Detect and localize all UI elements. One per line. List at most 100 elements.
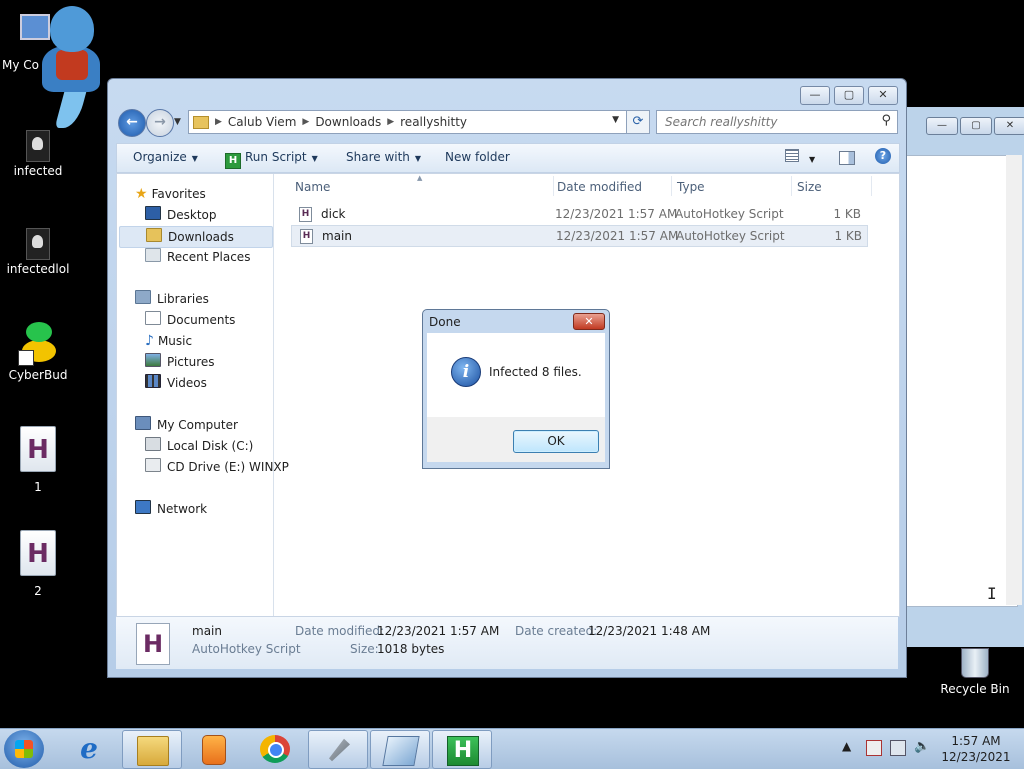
share-with-button[interactable]: Share with ▼ [346, 150, 421, 164]
desktop-icon-2[interactable]: H 2 [0, 530, 76, 598]
action-center-warning-icon[interactable] [866, 740, 882, 756]
info-icon: i [451, 357, 481, 387]
nav-recent-places[interactable]: Recent Places [145, 247, 250, 267]
column-divider[interactable] [791, 176, 792, 196]
file-date-modified: 12/23/2021 1:57 AM [556, 229, 679, 243]
navigation-bar: ← → ▼ ▶ Calub Viem ▶ Downloads ▶ reallys… [116, 109, 898, 137]
column-divider[interactable] [553, 176, 554, 196]
ok-button[interactable]: OK [513, 430, 599, 453]
details-name: main [192, 624, 222, 638]
network-icon [135, 500, 151, 514]
maximize-button[interactable]: ▢ [834, 86, 864, 105]
minimize-icon[interactable]: — [926, 117, 958, 135]
address-dropdown-icon[interactable]: ▼ [612, 115, 619, 125]
nav-pictures[interactable]: Pictures [145, 352, 215, 372]
dialog-close-button[interactable]: ✕ [573, 313, 605, 330]
start-button[interactable] [4, 730, 44, 768]
media-player-icon [202, 735, 226, 765]
nav-local-disk[interactable]: Local Disk (C:) [145, 436, 253, 456]
column-divider[interactable] [871, 176, 872, 196]
done-dialog[interactable]: Done ✕ i Infected 8 files. OK [422, 309, 610, 469]
autohotkey-file-icon: H [20, 530, 56, 576]
refresh-icon[interactable]: ⟳ [626, 110, 650, 134]
close-icon[interactable]: ✕ [994, 117, 1024, 135]
recycle-bin-icon [961, 648, 989, 678]
taskbar-windows-explorer[interactable] [122, 730, 182, 769]
text-cursor-icon: I [987, 584, 997, 603]
nav-documents[interactable]: Documents [145, 310, 235, 330]
nav-libraries[interactable]: Libraries [135, 289, 209, 309]
column-header-size[interactable]: Size [797, 180, 822, 194]
taskbar-notepad[interactable] [370, 730, 430, 769]
taskbar-autohotkey[interactable]: H [432, 730, 492, 769]
nav-my-computer[interactable]: My Computer [135, 415, 238, 435]
window-controls: — ▢ ✕ [926, 117, 1024, 135]
desktop-icon-cyberbud[interactable]: CyberBud [0, 322, 76, 382]
desktop-icon-1[interactable]: H 1 [0, 426, 76, 494]
nav-music[interactable]: ♪ Music [145, 331, 192, 351]
system-clock[interactable]: 1:57 AM 12/23/2021 [936, 733, 1016, 765]
taskbar-app-rocket[interactable] [308, 730, 368, 769]
autohotkey-icon: H [447, 736, 479, 766]
nav-videos[interactable]: Videos [145, 373, 207, 393]
sort-ascending-icon: ▲ [417, 174, 423, 182]
details-date-modified: 12/23/2021 1:57 AM [377, 624, 500, 638]
new-folder-button[interactable]: New folder [445, 150, 510, 164]
search-input[interactable] [663, 114, 867, 130]
nav-favorites[interactable]: ★ Favorites [135, 184, 206, 204]
hard-disk-icon [145, 437, 161, 451]
taskbar-internet-explorer[interactable]: e [60, 730, 118, 767]
nav-downloads[interactable]: Downloads [119, 226, 273, 248]
network-status-icon[interactable] [890, 740, 906, 756]
show-hidden-icons-icon[interactable]: ▲ [842, 739, 851, 753]
my-computer-icon [20, 14, 50, 40]
taskbar: e H ▲ 🔈 1:57 AM 12/23/2021 [0, 728, 1024, 769]
run-script-button[interactable]: H Run Script ▼ [225, 150, 318, 169]
address-bar[interactable]: ▶ Calub Viem ▶ Downloads ▶ reallyshitty … [188, 110, 650, 134]
magnifier-icon[interactable]: ⚲ [881, 113, 891, 128]
column-divider[interactable] [671, 176, 672, 196]
breadcrumb-calub-viem[interactable]: Calub Viem [228, 115, 296, 129]
file-size: 1 KB [834, 229, 862, 243]
details-date-created: 12/23/2021 1:48 AM [588, 624, 711, 638]
column-header-type[interactable]: Type [677, 180, 705, 194]
breadcrumb-reallyshitty[interactable]: reallyshitty [400, 115, 467, 129]
volume-icon[interactable]: 🔈 [914, 740, 930, 754]
vertical-scrollbar[interactable] [1006, 155, 1022, 605]
desktop-icon-infected[interactable]: infected [0, 130, 76, 178]
file-row-dick[interactable]: H dick 12/23/2021 1:57 AM AutoHotkey Scr… [291, 204, 866, 224]
preview-pane-icon[interactable] [839, 151, 855, 165]
nav-network[interactable]: Network [135, 499, 207, 519]
search-box[interactable]: ⚲ [656, 110, 898, 134]
background-window-content[interactable] [906, 155, 1018, 607]
nav-label: Desktop [167, 208, 217, 222]
taskbar-chrome[interactable] [246, 730, 304, 767]
column-header-date-modified[interactable]: Date modified [557, 180, 642, 194]
background-window[interactable]: — ▢ ✕ [906, 107, 1024, 647]
minimize-button[interactable]: — [800, 86, 830, 105]
forward-arrow-icon[interactable]: → [146, 109, 174, 137]
taskbar-media-player[interactable] [184, 730, 242, 767]
column-header-name[interactable]: Name [295, 180, 330, 194]
back-arrow-icon[interactable]: ← [118, 109, 146, 137]
desktop-icon-label: infectedlol [6, 262, 70, 276]
nav-cd-drive[interactable]: CD Drive (E:) WINXP [145, 457, 289, 477]
help-icon[interactable]: ? [875, 148, 891, 164]
dialog-footer: OK [427, 417, 605, 462]
chevron-right-icon[interactable]: ▶ [302, 117, 309, 127]
desktop-icon-infectedlol[interactable]: infectedlol [0, 228, 76, 276]
chevron-right-icon[interactable]: ▶ [387, 117, 394, 127]
desktop-icon-recycle-bin[interactable]: Recycle Bin [940, 648, 1010, 696]
close-button[interactable]: ✕ [868, 86, 898, 105]
change-view-button[interactable]: ▼ [785, 149, 815, 165]
history-dropdown-icon[interactable]: ▼ [174, 117, 181, 127]
chevron-down-icon: ▼ [191, 154, 198, 163]
file-row-main[interactable]: H main 12/23/2021 1:57 AM AutoHotkey Scr… [291, 225, 868, 247]
desktop-icon-my-computer-label[interactable]: My Co [2, 58, 39, 72]
maximize-icon[interactable]: ▢ [960, 117, 992, 135]
autohotkey-file-icon: H [299, 207, 312, 222]
chevron-right-icon[interactable]: ▶ [215, 117, 222, 127]
organize-button[interactable]: Organize ▼ [133, 150, 198, 164]
nav-desktop[interactable]: Desktop [145, 205, 217, 225]
breadcrumb-downloads[interactable]: Downloads [315, 115, 381, 129]
